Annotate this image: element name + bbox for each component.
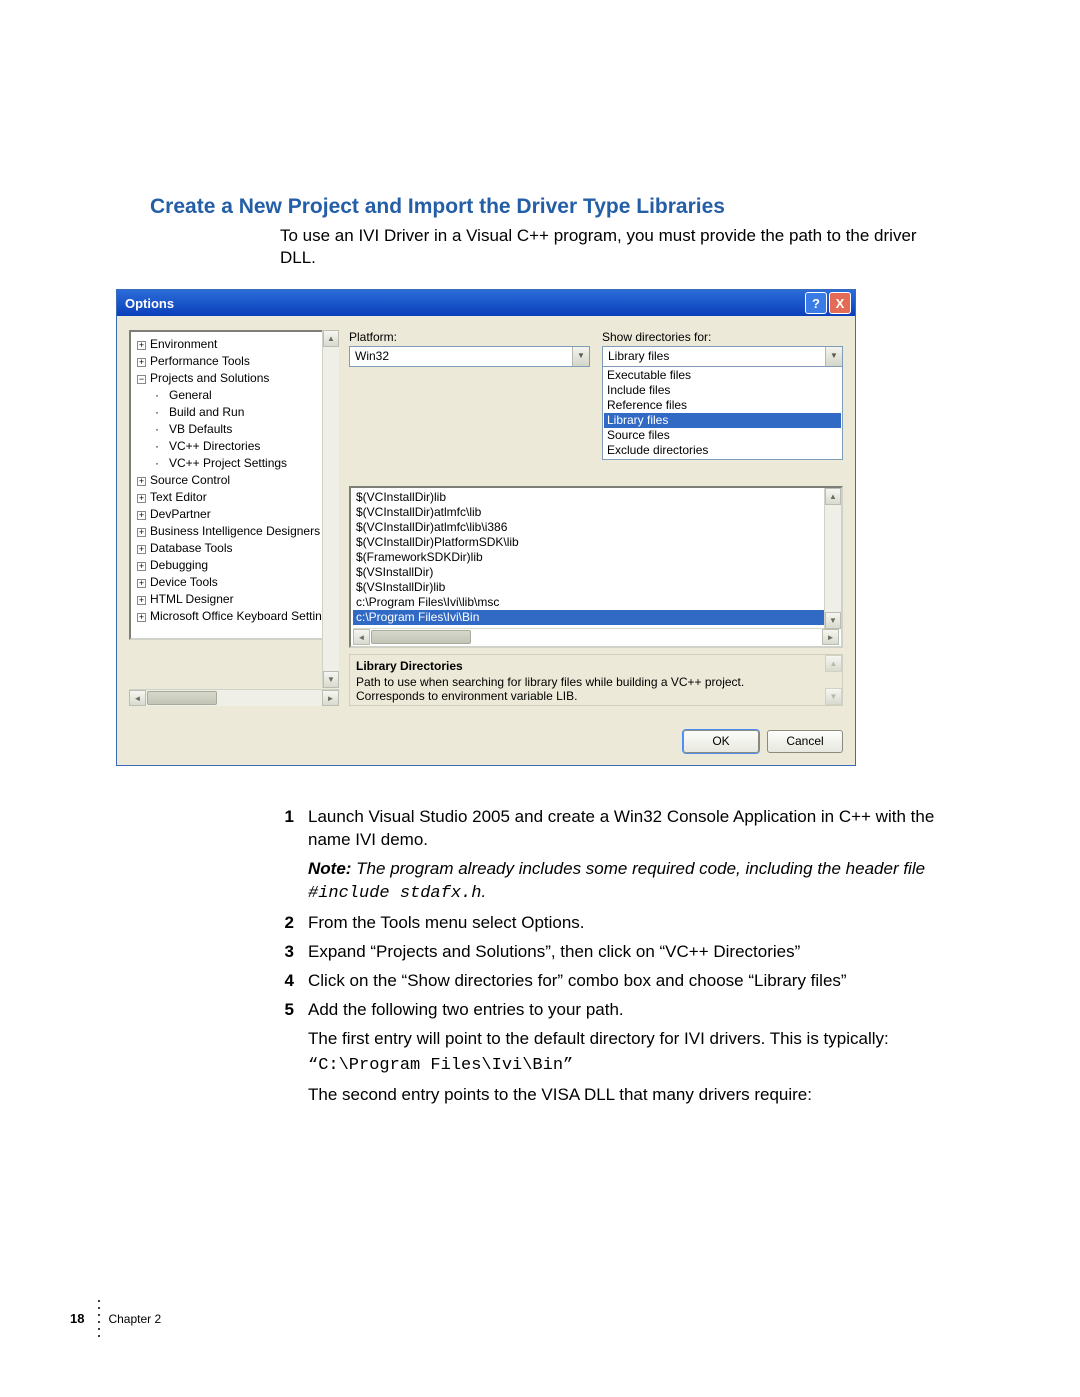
- scroll-up-icon[interactable]: ▲: [825, 488, 841, 505]
- path-row[interactable]: c:\Program Files\Ivi\lib\msc: [353, 595, 839, 610]
- tree-item[interactable]: +Environment: [137, 336, 337, 353]
- titlebar: Options ? X: [117, 290, 855, 316]
- note-text: The program already includes some requir…: [351, 859, 925, 878]
- path-row[interactable]: c:\Program Files\Ivi\Bin: [353, 610, 839, 625]
- tree-item[interactable]: +Business Intelligence Designers: [137, 523, 337, 540]
- step: 5 Add the following two entries to your …: [280, 999, 940, 1022]
- step-text: From the Tools menu select Options.: [308, 912, 940, 935]
- tree-item[interactable]: ·Build and Run: [155, 404, 337, 421]
- scroll-right-icon[interactable]: ►: [822, 629, 839, 645]
- tree-item[interactable]: +Performance Tools: [137, 353, 337, 370]
- platform-value: Win32: [350, 347, 572, 366]
- help-box: Library Directories Path to use when sea…: [349, 654, 843, 706]
- path-row[interactable]: $(VCInstallDir)atlmfc\lib\i386: [353, 520, 839, 535]
- tree-item[interactable]: +Device Tools: [137, 574, 337, 591]
- intro-paragraph: To use an IVI Driver in a Visual C++ pro…: [280, 225, 930, 269]
- dropdown-option[interactable]: Reference files: [604, 398, 841, 413]
- steps-list: 1 Launch Visual Studio 2005 and create a…: [280, 806, 940, 1106]
- after-step-text: The second entry points to the VISA DLL …: [308, 1084, 940, 1107]
- platform-label: Platform:: [349, 330, 590, 344]
- step-text: Click on the “Show directories for” comb…: [308, 970, 940, 993]
- scroll-thumb[interactable]: [147, 691, 217, 705]
- tree-item[interactable]: ·General: [155, 387, 337, 404]
- tree-item[interactable]: +Database Tools: [137, 540, 337, 557]
- help-box-title: Library Directories: [356, 659, 836, 673]
- tree-vscroll[interactable]: ▲ ▼: [322, 330, 339, 688]
- section-title: Create a New Project and Import the Driv…: [150, 195, 970, 219]
- showdir-value: Library files: [603, 347, 825, 366]
- dropdown-option[interactable]: Include files: [604, 383, 841, 398]
- close-button[interactable]: X: [829, 292, 851, 314]
- tree-item[interactable]: +Microsoft Office Keyboard Setting: [137, 608, 337, 625]
- step-text: Add the following two entries to your pa…: [308, 999, 940, 1022]
- scroll-left-icon[interactable]: ◄: [353, 629, 370, 645]
- path-row[interactable]: $(VCInstallDir)atlmfc\lib: [353, 505, 839, 520]
- code-path: “C:\Program Files\Ivi\Bin”: [308, 1055, 940, 1078]
- scroll-left-icon[interactable]: ◄: [129, 690, 146, 706]
- scroll-up-icon: ▲: [825, 655, 842, 672]
- cancel-button[interactable]: Cancel: [767, 730, 843, 753]
- options-tree[interactable]: +Environment+Performance Tools−Projects …: [129, 330, 339, 640]
- page-number: 18: [70, 1311, 84, 1326]
- scroll-down-icon[interactable]: ▼: [825, 612, 841, 629]
- tree-item[interactable]: ·VC++ Project Settings: [155, 455, 337, 472]
- path-row[interactable]: $(VSInstallDir): [353, 565, 839, 580]
- tree-item[interactable]: ·VC++ Directories: [155, 438, 337, 455]
- paths-hscroll[interactable]: ◄ ►: [353, 628, 839, 645]
- options-dialog: Options ? X +Environment+Performance Too…: [116, 289, 856, 766]
- step-number: 3: [280, 941, 294, 964]
- tree-item[interactable]: +Text Editor: [137, 489, 337, 506]
- step-number: 2: [280, 912, 294, 935]
- tree-item[interactable]: +Source Control: [137, 472, 337, 489]
- path-row[interactable]: $(VCInstallDir)lib: [353, 490, 839, 505]
- step-number: 1: [280, 806, 294, 906]
- paths-listbox[interactable]: $(VCInstallDir)lib$(VCInstallDir)atlmfc\…: [349, 486, 843, 648]
- scroll-down-icon: ▼: [825, 688, 842, 705]
- showdir-combo[interactable]: Library files ▼: [602, 346, 843, 367]
- tree-hscroll[interactable]: ◄ ►: [129, 689, 339, 706]
- tree-item[interactable]: +HTML Designer: [137, 591, 337, 608]
- note-code: #include stdafx.h: [308, 884, 481, 903]
- help-button[interactable]: ?: [805, 292, 827, 314]
- step-text: Expand “Projects and Solutions”, then cl…: [308, 941, 940, 964]
- path-row[interactable]: $(FrameworkSDKDir)lib: [353, 550, 839, 565]
- dropdown-option[interactable]: Library files: [604, 413, 841, 428]
- step: 3 Expand “Projects and Solutions”, then …: [280, 941, 940, 964]
- showdir-label: Show directories for:: [602, 330, 843, 344]
- paths-vscroll[interactable]: ▲ ▼: [824, 488, 841, 629]
- tree-item[interactable]: ·VB Defaults: [155, 421, 337, 438]
- dropdown-option[interactable]: Exclude directories: [604, 443, 841, 458]
- step: 1 Launch Visual Studio 2005 and create a…: [280, 806, 940, 906]
- showdir-dropdown-list[interactable]: Executable filesInclude filesReference f…: [602, 366, 843, 460]
- tree-item[interactable]: −Projects and Solutions: [137, 370, 337, 387]
- after-step-text: The first entry will point to the defaul…: [308, 1028, 940, 1051]
- tree-item[interactable]: +DevPartner: [137, 506, 337, 523]
- ok-button[interactable]: OK: [683, 730, 759, 753]
- scroll-up-icon[interactable]: ▲: [323, 330, 339, 347]
- platform-combo[interactable]: Win32 ▼: [349, 346, 590, 367]
- step-number: 4: [280, 970, 294, 993]
- dialog-title: Options: [125, 296, 174, 311]
- dropdown-option[interactable]: Source files: [604, 428, 841, 443]
- scroll-down-icon[interactable]: ▼: [323, 671, 339, 688]
- step-text: Launch Visual Studio 2005 and create a W…: [308, 807, 934, 849]
- tree-item[interactable]: +Debugging: [137, 557, 337, 574]
- step-number: 5: [280, 999, 294, 1022]
- chevron-down-icon[interactable]: ▼: [572, 347, 589, 366]
- dropdown-option[interactable]: Executable files: [604, 368, 841, 383]
- chapter-label: Chapter 2: [108, 1312, 161, 1326]
- scroll-right-icon[interactable]: ►: [322, 690, 339, 706]
- help-box-text: Path to use when searching for library f…: [356, 675, 836, 703]
- note-label: Note:: [308, 859, 351, 878]
- path-row[interactable]: $(VSInstallDir)lib: [353, 580, 839, 595]
- chevron-down-icon[interactable]: ▼: [825, 347, 842, 366]
- step: 4 Click on the “Show directories for” co…: [280, 970, 940, 993]
- scroll-thumb[interactable]: [371, 630, 471, 644]
- page-footer: 18 Chapter 2: [70, 1300, 161, 1337]
- path-row[interactable]: $(VCInstallDir)PlatformSDK\lib: [353, 535, 839, 550]
- step: 2 From the Tools menu select Options.: [280, 912, 940, 935]
